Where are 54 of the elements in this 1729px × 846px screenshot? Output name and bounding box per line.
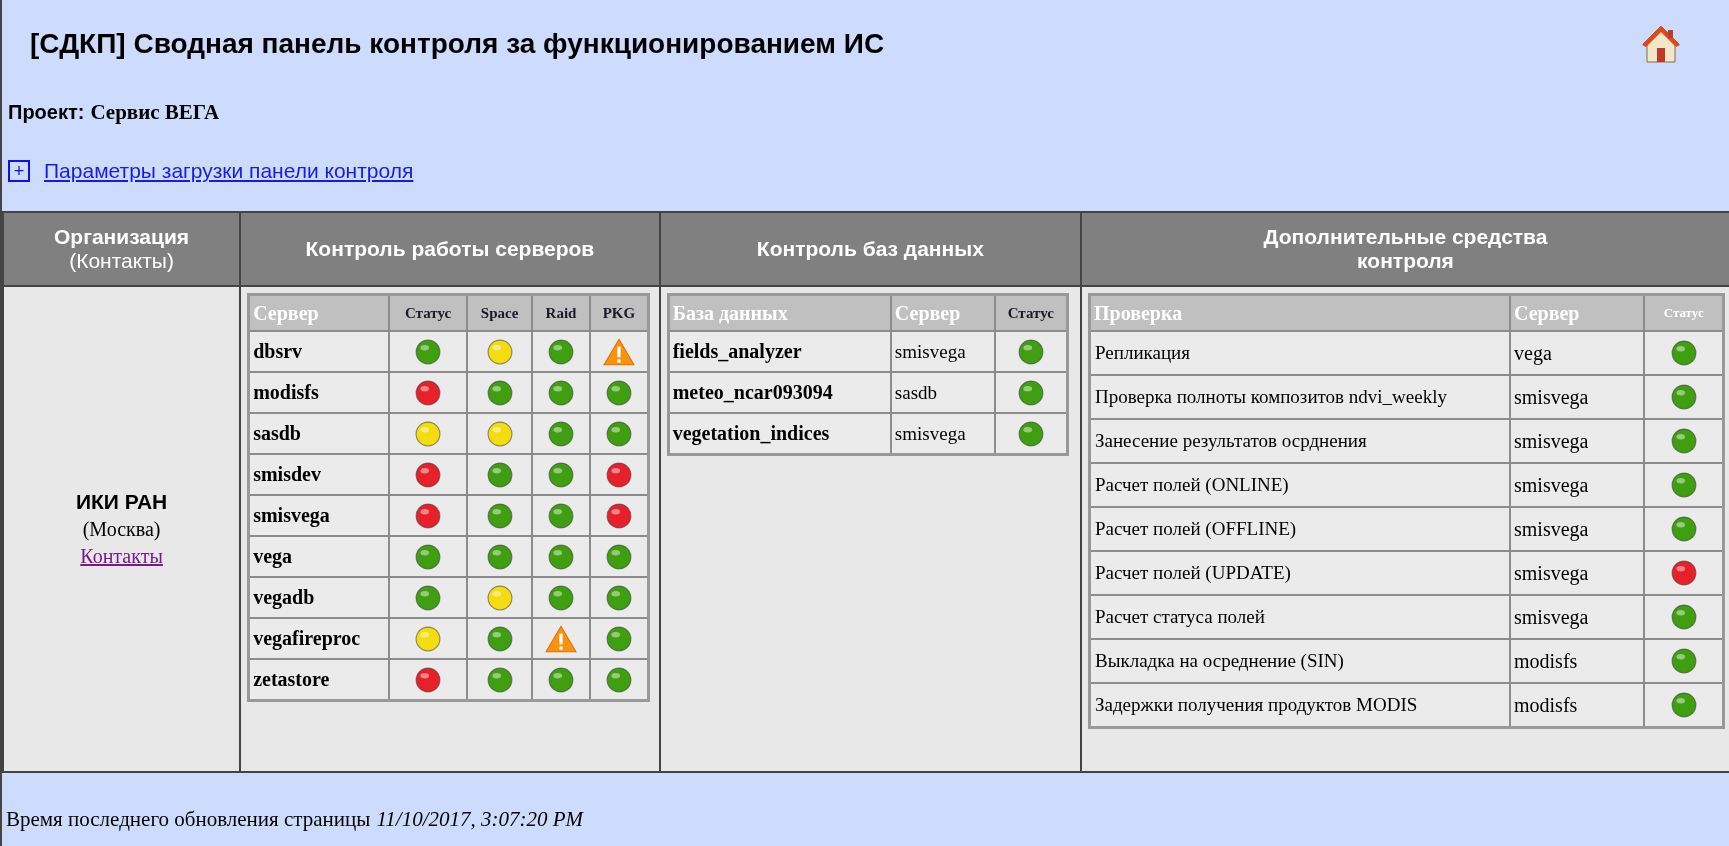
table-cell: Проверка полноты композитов ndvi_weekly [1089,375,1510,419]
table-cell: fields_analyzer [668,331,891,372]
last-update-time: 11/10/2017, 3:07:20 PM [376,807,584,832]
column-header: Сервер [890,294,995,331]
settings-link[interactable]: Параметры загрузки панели контроля [44,159,414,183]
table-cell: Расчет полей (UPDATE) [1089,551,1510,595]
project-name: Сервис ВЕГА [90,100,220,125]
table-cell: modisfs [1510,639,1645,683]
table-cell: smisvega [1510,463,1645,507]
table-cell: Расчет полей (OFFLINE) [1089,507,1510,551]
column-header: Статус [389,294,467,331]
table-cell: smisvega [1510,419,1645,463]
table-cell: smisdev [248,454,390,495]
column-header: PKG [589,294,649,331]
organization-name: ИКИ РАН [74,490,169,514]
table-cell: sasdb [248,413,390,454]
table-cell: meteo_ncar093094 [668,372,891,413]
table-cell: smisvega [248,495,390,536]
table-cell: vegadb [248,577,390,618]
column-header: Space [466,294,533,331]
column-header: Дополнительные средства контроля [1081,212,1729,286]
table-cell: Выкладка на осреднение (SIN) [1089,639,1510,683]
table-cell: vega [1510,331,1645,375]
contacts-link[interactable]: Контакты [80,545,163,568]
table-cell: vega [248,536,390,577]
organization-city: (Москва) [81,518,162,541]
table-cell: smisvega [1510,507,1645,551]
table-cell: smisvega [1510,551,1645,595]
column-header: Контроль работы серверов [240,212,660,286]
project-label: Проект: [8,101,85,124]
table-cell: modisfs [248,372,390,413]
column-header: Контроль баз данных [659,212,1081,286]
table-cell: vegafireproc [248,618,390,659]
last-update-label: Время последнего обновления страницы [6,807,371,832]
column-header: Проверка [1089,294,1510,331]
column-header: Raid [532,294,590,331]
table-cell: sasdb [890,372,995,413]
column-header: Сервер [1510,294,1645,331]
column-header: Статус [1644,294,1724,331]
table-cell: Расчет статуса полей [1089,595,1510,639]
column-header: Статус [994,294,1068,331]
table-cell: Репликация [1089,331,1510,375]
page-title: [СДКП] Сводная панель контроля за функционированием ИС [30,28,885,60]
table-cell: Расчет полей (ONLINE) [1089,463,1510,507]
column-header: Сервер [248,294,390,331]
home-icon[interactable] [1641,23,1681,65]
table-cell: smisvega [1510,595,1645,639]
column-header: Организация (Контакты) [3,212,241,286]
table-cell: smisvega [890,331,995,372]
table-cell: Занесение результатов осрднения [1089,419,1510,463]
column-header: База данных [668,294,891,331]
table-cell: dbsrv [248,331,390,372]
expand-toggle[interactable]: + [8,160,30,182]
table-cell: smisvega [1510,375,1645,419]
